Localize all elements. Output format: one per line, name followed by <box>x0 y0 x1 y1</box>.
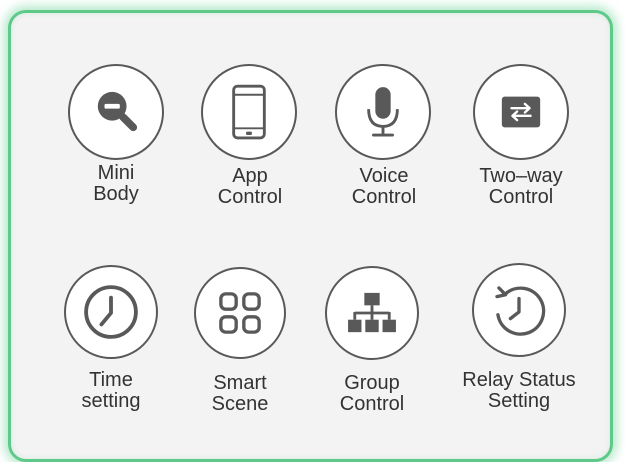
feature-label-voice-control: Voice Control <box>351 165 417 208</box>
feature-label-time-setting: Time setting <box>81 369 141 412</box>
clock-icon <box>64 265 158 359</box>
magnifier-minus-icon <box>68 64 164 160</box>
feature-label-smart-scene: Smart Scene <box>211 372 269 415</box>
feature-label-app-control: App Control <box>217 165 283 208</box>
feature-label-two-way-control: Two–way Control <box>479 165 563 208</box>
four-squares-icon <box>194 267 286 359</box>
feature-label-mini-body: Mini Body <box>93 162 139 205</box>
restore-clock-icon <box>472 263 566 357</box>
hierarchy-icon <box>325 266 419 360</box>
features-panel: Mini Body App Control Voice Control Two–… <box>8 10 613 462</box>
feature-label-relay-status-setting: Relay Status Setting <box>462 369 576 412</box>
smartphone-icon <box>201 64 297 160</box>
two-way-arrows-icon <box>473 64 569 160</box>
microphone-icon <box>335 64 431 160</box>
feature-label-group-control: Group Control <box>339 372 405 415</box>
